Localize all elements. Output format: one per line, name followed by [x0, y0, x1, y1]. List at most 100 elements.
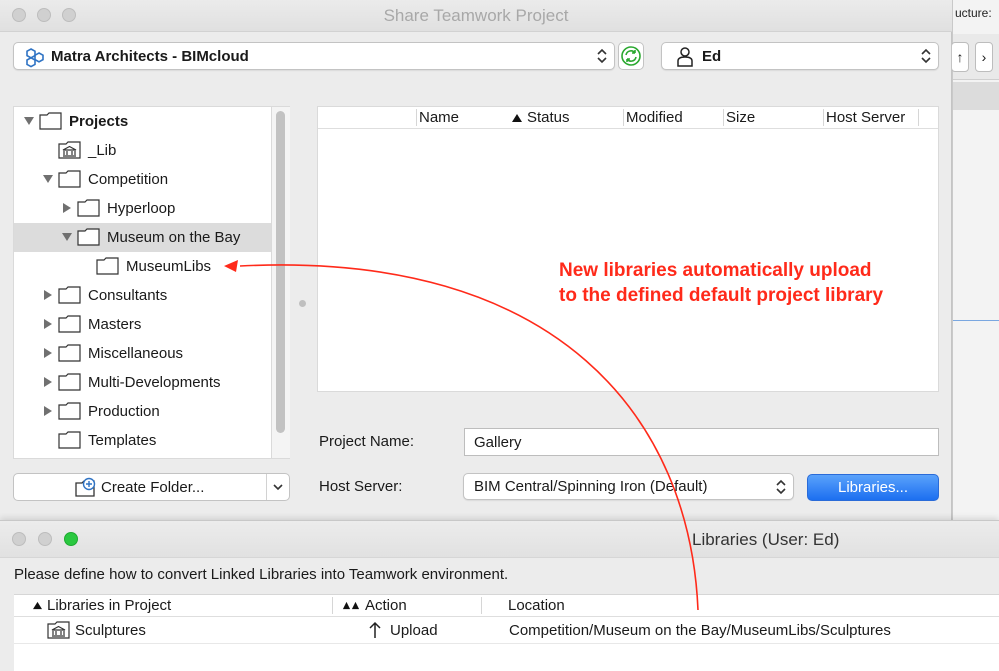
disclosure-collapsed-icon[interactable] — [43, 406, 53, 416]
tree-scrollbar[interactable] — [272, 106, 290, 459]
tree-item-label: Masters — [88, 316, 142, 333]
minimize-dialog-button[interactable] — [38, 532, 52, 546]
select-stepper-icon — [776, 479, 786, 495]
library-icon — [47, 621, 70, 639]
tree-item[interactable]: Hyperloop — [14, 194, 271, 223]
sync-button[interactable] — [618, 42, 644, 70]
tree-item-label: Consultants — [88, 287, 168, 304]
folder-icon — [77, 199, 100, 217]
tree-item-label: Multi-Developments — [88, 374, 221, 391]
libraries-button[interactable]: Libraries... — [807, 474, 939, 501]
disclosure-collapsed-icon[interactable] — [43, 377, 53, 387]
host-server-label: Host Server: — [319, 478, 403, 495]
project-tree[interactable]: Projects _Lib Competition Hyperloop Museum o… — [13, 106, 272, 459]
libraries-table-header: Libraries in Project Action Location — [14, 595, 999, 617]
libraries-dialog: Libraries (User: Ed) Please define how t… — [0, 520, 999, 671]
tree-item[interactable]: Miscellaneous — [14, 339, 271, 368]
folder-icon — [58, 431, 81, 449]
folder-icon — [58, 286, 81, 304]
column-header-name[interactable]: Name — [419, 109, 459, 126]
annotation-callout: New libraries automatically upload to th… — [559, 260, 884, 306]
libraries-table[interactable]: Libraries in Project Action Location Scu… — [14, 594, 999, 671]
library-icon — [58, 141, 81, 159]
folder-icon — [77, 228, 100, 246]
tree-item-label: Museum on the Bay — [107, 229, 241, 246]
tree-item-label: MuseumLibs — [126, 258, 212, 275]
background-strip — [953, 82, 999, 110]
column-divider — [623, 109, 624, 126]
background-toolbar-button[interactable]: ↑ — [951, 42, 969, 72]
window-titlebar: Share Teamwork Project — [0, 0, 952, 32]
project-name-value: Gallery — [474, 434, 522, 451]
tree-item[interactable]: Museum on the Bay — [14, 223, 271, 252]
project-name-label: Project Name: — [319, 433, 415, 450]
project-list-header: Name Status Modified Size Host Server — [318, 107, 938, 129]
column-header-action[interactable]: Action — [365, 597, 407, 614]
column-header-host-server[interactable]: Host Server — [826, 109, 905, 126]
host-server-select[interactable]: BIM Central/Spinning Iron (Default) — [463, 473, 794, 500]
folder-icon — [96, 257, 119, 275]
sort-ascending-icon — [512, 114, 522, 122]
tree-item[interactable]: Masters — [14, 310, 271, 339]
column-header-modified[interactable]: Modified — [626, 109, 683, 126]
disclosure-collapsed-icon[interactable] — [43, 319, 53, 329]
folder-icon — [58, 373, 81, 391]
chevron-down-icon[interactable] — [272, 483, 284, 491]
column-header-libraries[interactable]: Libraries in Project — [47, 597, 171, 614]
tree-item[interactable]: Projects — [14, 107, 271, 136]
column-divider — [481, 597, 482, 614]
project-name-input[interactable]: Gallery — [464, 428, 939, 456]
folder-icon — [58, 170, 81, 188]
tree-item[interactable]: Production — [14, 397, 271, 426]
column-header-location[interactable]: Location — [508, 597, 565, 614]
sort-double-icon — [342, 601, 360, 610]
disclosure-collapsed-icon[interactable] — [43, 290, 53, 300]
disclosure-collapsed-icon[interactable] — [43, 348, 53, 358]
column-header-size[interactable]: Size — [726, 109, 755, 126]
background-toolbar-next-button[interactable]: › — [975, 42, 993, 72]
server-select[interactable]: Matra Architects - BIMcloud — [13, 42, 615, 70]
server-select-value: Matra Architects - BIMcloud — [51, 48, 249, 65]
column-divider — [332, 597, 333, 614]
disclosure-expanded-icon[interactable] — [43, 174, 53, 184]
background-toolbar: ↑ › — [951, 34, 999, 80]
library-name: Sculptures — [75, 622, 146, 639]
folder-icon — [58, 402, 81, 420]
create-folder-label: Create Folder... — [101, 479, 205, 496]
table-row[interactable]: Sculptures Upload Competition/Museum on … — [14, 618, 999, 644]
tree-item-label: Production — [88, 403, 160, 420]
disclosure-expanded-icon[interactable] — [24, 116, 34, 126]
disclosure-expanded-icon[interactable] — [62, 232, 72, 242]
upload-arrow-icon — [369, 621, 381, 638]
tree-item[interactable]: Consultants — [14, 281, 271, 310]
tree-item[interactable]: Templates — [14, 426, 271, 455]
new-folder-icon — [75, 477, 96, 497]
share-teamwork-window: Share Teamwork Project Matra Architects … — [0, 0, 952, 526]
close-dialog-button[interactable] — [12, 532, 26, 546]
tree-item-label: Competition — [88, 171, 169, 188]
column-header-status[interactable]: Status — [527, 109, 570, 126]
zoom-dialog-button[interactable] — [64, 532, 78, 546]
select-stepper-icon — [921, 48, 931, 64]
column-divider — [416, 109, 417, 126]
select-stepper-icon — [597, 48, 607, 64]
tree-scrollbar-thumb[interactable] — [276, 111, 285, 433]
tree-item[interactable]: MuseumLibs — [14, 252, 271, 281]
window-title: Share Teamwork Project — [383, 6, 569, 25]
user-select[interactable]: Ed — [661, 42, 939, 70]
disclosure-collapsed-icon[interactable] — [62, 203, 72, 213]
background-divider — [953, 320, 999, 321]
tree-item-label: Hyperloop — [107, 200, 176, 217]
library-action[interactable]: Upload — [390, 622, 438, 639]
folder-icon — [39, 112, 62, 130]
sync-icon — [621, 46, 641, 66]
create-folder-button[interactable]: Create Folder... — [13, 473, 290, 501]
column-divider — [723, 109, 724, 126]
tree-item[interactable]: Competition — [14, 165, 271, 194]
tree-item[interactable]: _Lib — [14, 136, 271, 165]
project-list[interactable]: Name Status Modified Size Host Server — [317, 106, 939, 392]
host-server-value: BIM Central/Spinning Iron (Default) — [474, 478, 708, 495]
splitter-handle[interactable] — [299, 300, 306, 307]
tree-item-label: Projects — [69, 113, 129, 130]
tree-item[interactable]: Multi-Developments — [14, 368, 271, 397]
